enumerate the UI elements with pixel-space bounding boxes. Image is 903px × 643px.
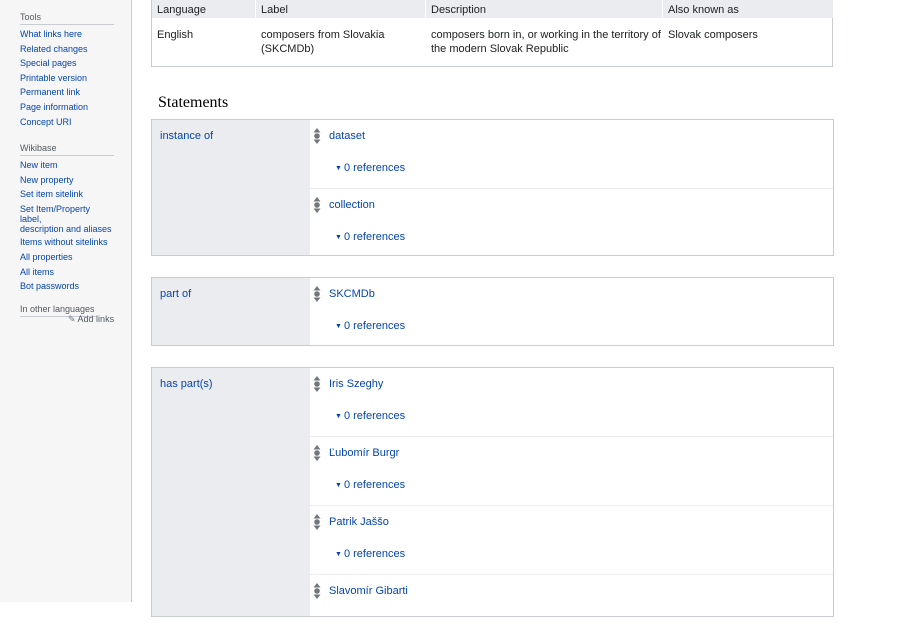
set-label-description-aliases-link[interactable]: Set Item/Property label, description and …: [20, 204, 112, 234]
property-label: instance of: [152, 120, 310, 255]
bot-passwords-link[interactable]: Bot passwords: [20, 281, 79, 291]
term-label-line2: (SKCMDb): [261, 43, 315, 55]
header-label: Label: [256, 0, 425, 18]
sidebar: Tools What links here Related changes Sp…: [0, 0, 132, 602]
references-count: 0 references: [343, 410, 406, 422]
pencil-icon: ✎: [68, 314, 76, 324]
page-information-link[interactable]: Page information: [20, 102, 88, 112]
term-description-line1: composers born in, or working in the ter…: [431, 29, 661, 41]
references-count: 0 references: [343, 320, 406, 332]
what-links-here-link[interactable]: What links here: [20, 29, 82, 39]
property-label: has part(s): [152, 368, 310, 616]
statements-heading: Statements: [158, 94, 229, 111]
set-item-sitelink-link[interactable]: Set item sitelink: [20, 189, 83, 199]
caret-down-icon: ▼: [335, 234, 342, 241]
references-toggle[interactable]: ▼ 0 references: [335, 410, 405, 422]
header-description: Description: [426, 0, 662, 18]
references-count: 0 references: [343, 162, 406, 174]
statement-group-part-of: part of SKCMDb ▼ 0 references: [151, 277, 834, 346]
references-count: 0 references: [343, 479, 406, 491]
statement-value[interactable]: Slavomír Gibarti: [329, 585, 408, 597]
statement-value[interactable]: collection: [329, 199, 375, 211]
references-toggle[interactable]: ▼ 0 references: [335, 548, 405, 560]
rank-selector-icon[interactable]: [313, 376, 321, 392]
related-changes-link[interactable]: Related changes: [20, 44, 88, 54]
add-links-label: Add links: [77, 314, 115, 324]
references-count: 0 references: [343, 231, 406, 243]
permanent-link[interactable]: Permanent link: [20, 87, 80, 97]
tools-heading: Tools: [20, 12, 114, 25]
new-item-link[interactable]: New item: [20, 160, 58, 170]
caret-down-icon: ▼: [335, 165, 342, 172]
statement-value[interactable]: Iris Szeghy: [329, 378, 383, 390]
statement-value[interactable]: Ľubomír Burgr: [329, 447, 399, 459]
statement-value[interactable]: Patrik Jaššo: [329, 516, 389, 528]
new-property-link[interactable]: New property: [20, 175, 74, 185]
rank-selector-icon[interactable]: [313, 286, 321, 302]
statement-list: SKCMDb ▼ 0 references: [310, 278, 833, 346]
term-label-line1: composers from Slovakia: [261, 29, 385, 41]
term-description-line2: the modern Slovak Republic: [431, 43, 569, 55]
statement: Slavomír Gibarti: [310, 575, 833, 643]
wikibase-heading: Wikibase: [20, 143, 114, 156]
caret-down-icon: ▼: [335, 323, 342, 330]
statement-list: dataset ▼ 0 references collection ▼ 0 refe…: [310, 120, 833, 257]
set-label-line2: description and aliases: [20, 223, 112, 234]
property-link[interactable]: instance of: [160, 130, 213, 142]
languages-portal: In other languages ✎ Add links: [20, 299, 114, 324]
statement: SKCMDb ▼ 0 references: [310, 278, 833, 346]
all-items-link[interactable]: All items: [20, 267, 54, 277]
caret-down-icon: ▼: [335, 551, 342, 558]
rank-selector-icon[interactable]: [313, 197, 321, 213]
add-links-button[interactable]: ✎ Add links: [68, 314, 114, 325]
term-language: English: [157, 29, 194, 41]
header-language: Language: [152, 0, 255, 18]
rank-selector-icon[interactable]: [313, 514, 321, 530]
references-toggle[interactable]: ▼ 0 references: [335, 479, 405, 491]
caret-down-icon: ▼: [335, 482, 342, 489]
terms-table: Language Label Description Also known as…: [151, 0, 833, 67]
statement-group-instance-of: instance of dataset ▼ 0 references collec…: [151, 119, 834, 256]
items-without-sitelinks-link[interactable]: Items without sitelinks: [20, 237, 108, 247]
concept-uri-link[interactable]: Concept URI: [20, 117, 72, 127]
wikibase-portal: Wikibase New item New property Set item …: [20, 143, 114, 292]
statement: collection ▼ 0 references: [310, 189, 833, 257]
term-label: composers from Slovakia (SKCMDb): [261, 28, 385, 56]
term-aliases: Slovak composers: [668, 29, 758, 41]
property-label: part of: [152, 278, 310, 345]
rank-selector-icon[interactable]: [313, 445, 321, 461]
rank-selector-icon[interactable]: [313, 583, 321, 599]
references-toggle[interactable]: ▼ 0 references: [335, 162, 405, 174]
property-link[interactable]: has part(s): [160, 378, 213, 390]
header-also-known-as: Also known as: [663, 0, 833, 18]
statement-group-has-parts: has part(s) Iris Szeghy ▼ 0 references Ľu…: [151, 367, 834, 617]
statement-value[interactable]: dataset: [329, 130, 365, 142]
references-toggle[interactable]: ▼ 0 references: [335, 231, 405, 243]
property-link[interactable]: part of: [160, 288, 191, 300]
statement: Iris Szeghy ▼ 0 references: [310, 368, 833, 437]
set-label-line1: Set Item/Property label,: [20, 203, 91, 224]
caret-down-icon: ▼: [335, 413, 342, 420]
tools-portal: Tools What links here Related changes Sp…: [20, 12, 114, 128]
references-count: 0 references: [343, 548, 406, 560]
statement: Patrik Jaššo ▼ 0 references: [310, 506, 833, 575]
all-properties-link[interactable]: All properties: [20, 252, 73, 262]
term-description: composers born in, or working in the ter…: [431, 28, 661, 56]
statement: Ľubomír Burgr ▼ 0 references: [310, 437, 833, 506]
statement: dataset ▼ 0 references: [310, 120, 833, 189]
printable-version-link[interactable]: Printable version: [20, 73, 87, 83]
special-pages-link[interactable]: Special pages: [20, 58, 77, 68]
rank-selector-icon[interactable]: [313, 128, 321, 144]
references-toggle[interactable]: ▼ 0 references: [335, 320, 405, 332]
statement-value[interactable]: SKCMDb: [329, 288, 375, 300]
